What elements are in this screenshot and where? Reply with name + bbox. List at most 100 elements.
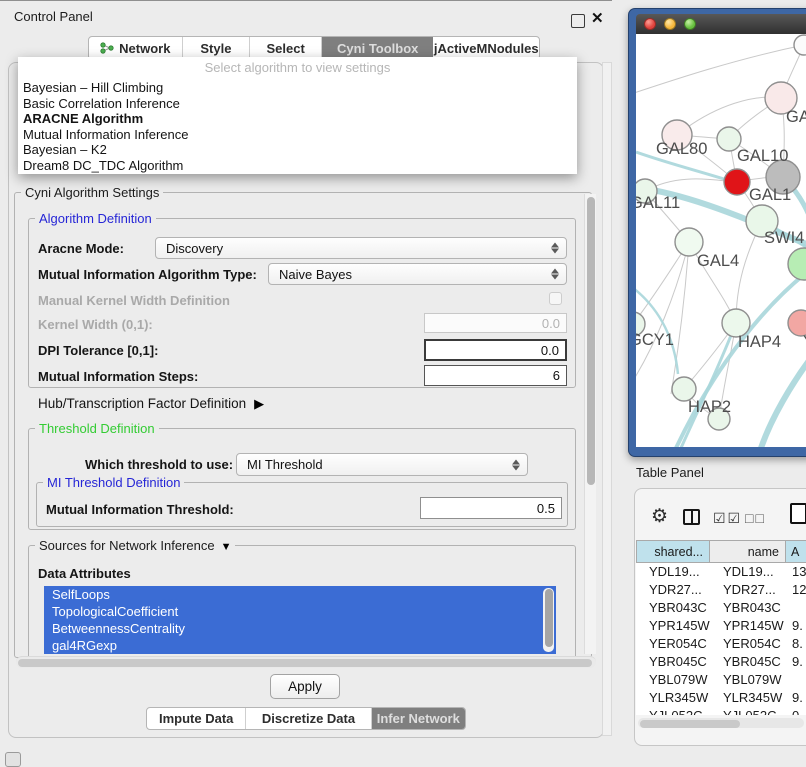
table-cell: 9. (786, 689, 806, 707)
table-cell: YDL19... (636, 563, 710, 581)
attributes-list-scrollbar[interactable] (543, 588, 554, 652)
stepper-icon (512, 459, 520, 470)
apply-button[interactable]: Apply (270, 674, 340, 699)
cyni-algorithm-settings-title: Cyni Algorithm Settings (21, 185, 163, 200)
network-canvas[interactable]: GALGAL80GAL10GAL1GAL11SWI4GAL4GCY1HAP4YH… (636, 34, 806, 447)
tab-jactivemnodules-label: jActiveMNodules (434, 41, 539, 56)
mi-steps-label: Mutual Information Steps: (38, 369, 198, 384)
algorithm-option[interactable]: Bayesian – K2 (18, 142, 577, 158)
deselect-all-checkboxes-icon[interactable]: □□ (745, 510, 766, 526)
panel-vertical-scrollbar[interactable] (602, 62, 612, 736)
columns-icon[interactable] (683, 509, 700, 525)
algorithm-option[interactable]: Mutual Information Inference (18, 127, 577, 143)
mi-type-select[interactable]: Naive Bayes (268, 263, 567, 285)
network-node[interactable] (794, 35, 806, 55)
node-label: GAL4 (697, 252, 739, 270)
attribute-option[interactable]: BetweennessCentrality (44, 620, 556, 637)
column-header-third[interactable]: A (786, 540, 806, 563)
mi-steps-field[interactable]: 6 (424, 365, 567, 386)
algorithm-option[interactable]: Dream8 DC_TDC Algorithm (18, 158, 577, 174)
algorithm-dropdown-popup: Select algorithm to view settings Bayesi… (18, 57, 577, 174)
tab-infer-network[interactable]: Infer Network (372, 708, 465, 729)
table-row[interactable]: YBL079WYBL079W (636, 671, 806, 689)
settings-vertical-scrollbar[interactable] (584, 194, 596, 654)
close-panel-icon[interactable]: ✕ (591, 9, 604, 27)
tab-impute-data[interactable]: Impute Data (147, 708, 246, 729)
table-cell: YJL052C (710, 707, 786, 715)
aracne-mode-label: Aracne Mode: (38, 241, 124, 256)
scrollbar-thumb[interactable] (18, 659, 592, 667)
tab-network-label: Network (119, 41, 170, 56)
manual-kernel-checkbox[interactable] (549, 292, 562, 305)
aracne-mode-select[interactable]: Discovery (155, 237, 567, 259)
expand-arrow-icon[interactable]: ▶ (254, 396, 264, 412)
scrollbar-thumb[interactable] (545, 589, 553, 647)
restore-panel-icon[interactable] (5, 752, 21, 767)
algorithm-option[interactable]: Basic Correlation Inference (18, 96, 577, 112)
network-node[interactable] (724, 169, 750, 195)
table-row[interactable]: YJL052CYJL052C0. (636, 707, 806, 715)
gear-icon[interactable]: ⚙ (651, 505, 668, 528)
table-row[interactable]: YER054CYER054C8. (636, 635, 806, 653)
scrollbar-thumb[interactable] (587, 197, 595, 485)
table-cell: YBR045C (636, 653, 710, 671)
table-cell (786, 671, 806, 689)
table-cell: YDL19... (710, 563, 786, 581)
table-cell: YDR27... (710, 581, 786, 599)
which-threshold-label: Which threshold to use: (85, 457, 233, 472)
cyni-bottom-tabbar: Impute Data Discretize Data Infer Networ… (146, 707, 466, 730)
column-header-name[interactable]: name (710, 540, 786, 563)
table-row[interactable]: YBR045CYBR045C9. (636, 653, 806, 671)
algorithm-option[interactable]: ARACNE Algorithm (18, 111, 577, 127)
tab-cyni-toolbox-label: Cyni Toolbox (337, 41, 418, 56)
table-cell: YBR045C (710, 653, 786, 671)
tab-jactivemnodules[interactable]: jActiveMNodules (433, 37, 539, 59)
scrollbar-thumb[interactable] (640, 720, 740, 728)
table-horizontal-scrollbar[interactable] (638, 718, 804, 728)
node-label: HAP2 (688, 398, 731, 416)
data-attributes-label: Data Attributes (38, 566, 131, 581)
stepper-icon (551, 269, 559, 280)
algorithm-placeholder: Select algorithm to view settings (18, 60, 577, 75)
minimize-window-icon[interactable] (664, 18, 676, 30)
table-cell: YDR27... (636, 581, 710, 599)
table-row[interactable]: YLR345WYLR345W9. (636, 689, 806, 707)
column-header-shared-name[interactable]: shared... (636, 540, 710, 563)
table-row[interactable]: YBR043CYBR043C (636, 599, 806, 617)
hub-section-label: Hub/Transcription Factor Definition (38, 396, 246, 411)
dpi-tolerance-field[interactable]: 0.0 (424, 339, 567, 361)
tab-cyni-toolbox[interactable]: Cyni Toolbox (322, 37, 434, 59)
attribute-option[interactable]: SelfLoops (44, 586, 556, 603)
which-threshold-select[interactable]: MI Threshold (236, 453, 528, 476)
algorithm-option[interactable]: Bayesian – Hill Climbing (18, 80, 577, 96)
mi-threshold-field[interactable]: 0.5 (420, 497, 562, 519)
close-window-icon[interactable] (644, 18, 656, 30)
collapse-arrow-icon[interactable]: ▼ (221, 541, 232, 553)
network-window-titlebar[interactable] (636, 14, 806, 34)
node-label: HAP4 (738, 333, 781, 351)
document-icon[interactable] (790, 503, 806, 524)
mi-type-value: Naive Bayes (279, 267, 352, 282)
table-row[interactable]: YPR145WYPR145W9. (636, 617, 806, 635)
tab-network[interactable]: Network (89, 37, 183, 59)
select-all-checkboxes-icon[interactable]: ☑☑ (713, 510, 742, 527)
algorithm-definition-title: Algorithm Definition (35, 211, 156, 226)
table-cell: YPR145W (710, 617, 786, 635)
node-label: GAL80 (656, 140, 707, 158)
hub-section-toggle[interactable]: Hub/Transcription Factor Definition ▶ (38, 396, 264, 412)
settings-horizontal-scrollbar[interactable] (16, 656, 596, 668)
table-row[interactable]: YDR27...YDR27...12 (636, 581, 806, 599)
attribute-option[interactable]: gal4RGexp (44, 637, 556, 654)
table-row[interactable]: YDL19...YDL19...13 (636, 563, 806, 581)
data-attributes-list[interactable]: SelfLoopsTopologicalCoefficientBetweenne… (44, 586, 556, 654)
float-panel-icon[interactable] (571, 14, 585, 28)
network-node[interactable] (788, 248, 806, 280)
algorithm-options-list: Bayesian – Hill ClimbingBasic Correlatio… (18, 80, 577, 174)
attribute-option[interactable]: TopologicalCoefficient (44, 603, 556, 620)
zoom-window-icon[interactable] (684, 18, 696, 30)
table-panel-title: Table Panel (636, 465, 704, 480)
tab-discretize-data[interactable]: Discretize Data (246, 708, 371, 729)
mi-threshold-group-title: MI Threshold Definition (43, 475, 184, 490)
tab-style[interactable]: Style (183, 37, 251, 59)
tab-select[interactable]: Select (250, 37, 322, 59)
